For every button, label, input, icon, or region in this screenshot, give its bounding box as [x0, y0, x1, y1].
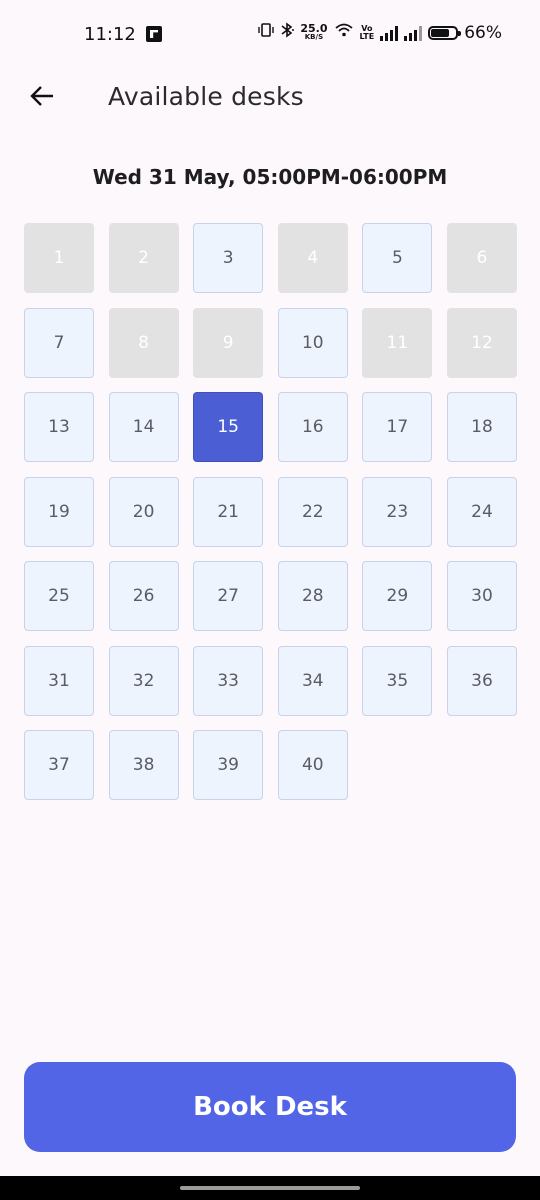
- desk-17[interactable]: 17: [362, 392, 432, 462]
- battery-icon: [428, 26, 458, 40]
- desk-12: 12: [447, 308, 517, 378]
- status-time: 11:12: [84, 24, 136, 45]
- network-speed-value: 25.0: [300, 24, 327, 33]
- network-speed-unit: KB/S: [305, 33, 323, 42]
- desk-3[interactable]: 3: [193, 223, 263, 293]
- desk-23[interactable]: 23: [362, 477, 432, 547]
- book-desk-button[interactable]: Book Desk: [24, 1062, 516, 1152]
- desk-39[interactable]: 39: [193, 730, 263, 800]
- app-notification-icon: [146, 26, 162, 42]
- status-icons: 25.0 KB/S Vo LTE 66%: [258, 22, 502, 43]
- status-bar: 11:12 25.0 KB/S Vo LTE 66%: [0, 0, 540, 68]
- network-speed: 25.0 KB/S: [300, 24, 327, 42]
- desk-38[interactable]: 38: [109, 730, 179, 800]
- volte-bottom-label: LTE: [360, 32, 375, 41]
- desk-1: 1: [24, 223, 94, 293]
- desk-33[interactable]: 33: [193, 646, 263, 716]
- volte-icon: Vo LTE: [360, 25, 375, 41]
- desk-37[interactable]: 37: [24, 730, 94, 800]
- signal-icon: [404, 25, 422, 41]
- desk-26[interactable]: 26: [109, 561, 179, 631]
- desk-11: 11: [362, 308, 432, 378]
- signal-icon: [380, 25, 398, 41]
- desk-35[interactable]: 35: [362, 646, 432, 716]
- desk-22[interactable]: 22: [278, 477, 348, 547]
- battery-percent: 66%: [464, 23, 502, 43]
- desk-40[interactable]: 40: [278, 730, 348, 800]
- desk-9: 9: [193, 308, 263, 378]
- arrow-left-icon: [29, 84, 55, 108]
- desk-20[interactable]: 20: [109, 477, 179, 547]
- home-indicator[interactable]: [180, 1186, 360, 1190]
- desk-5[interactable]: 5: [362, 223, 432, 293]
- desk-6: 6: [447, 223, 517, 293]
- desk-16[interactable]: 16: [278, 392, 348, 462]
- desk-32[interactable]: 32: [109, 646, 179, 716]
- desk-10[interactable]: 10: [278, 308, 348, 378]
- desk-36[interactable]: 36: [447, 646, 517, 716]
- booking-date-time: Wed 31 May, 05:00PM-06:00PM: [0, 165, 540, 189]
- desk-8: 8: [109, 308, 179, 378]
- desk-28[interactable]: 28: [278, 561, 348, 631]
- system-navigation-bar: [0, 1176, 540, 1200]
- desk-14[interactable]: 14: [109, 392, 179, 462]
- desk-13[interactable]: 13: [24, 392, 94, 462]
- wifi-icon: [334, 22, 354, 43]
- vibrate-icon: [258, 22, 274, 43]
- page-title: Available desks: [108, 82, 304, 111]
- bluetooth-icon: [280, 22, 294, 43]
- desk-21[interactable]: 21: [193, 477, 263, 547]
- desk-18[interactable]: 18: [447, 392, 517, 462]
- desk-34[interactable]: 34: [278, 646, 348, 716]
- desk-29[interactable]: 29: [362, 561, 432, 631]
- desk-4: 4: [278, 223, 348, 293]
- desk-24[interactable]: 24: [447, 477, 517, 547]
- desk-2: 2: [109, 223, 179, 293]
- desk-grid: 1234567891011121314151617181920212223242…: [24, 223, 517, 800]
- desk-19[interactable]: 19: [24, 477, 94, 547]
- desk-25[interactable]: 25: [24, 561, 94, 631]
- desk-30[interactable]: 30: [447, 561, 517, 631]
- desk-31[interactable]: 31: [24, 646, 94, 716]
- desk-7[interactable]: 7: [24, 308, 94, 378]
- desk-15[interactable]: 15: [193, 392, 263, 462]
- back-button[interactable]: [22, 78, 62, 114]
- desk-27[interactable]: 27: [193, 561, 263, 631]
